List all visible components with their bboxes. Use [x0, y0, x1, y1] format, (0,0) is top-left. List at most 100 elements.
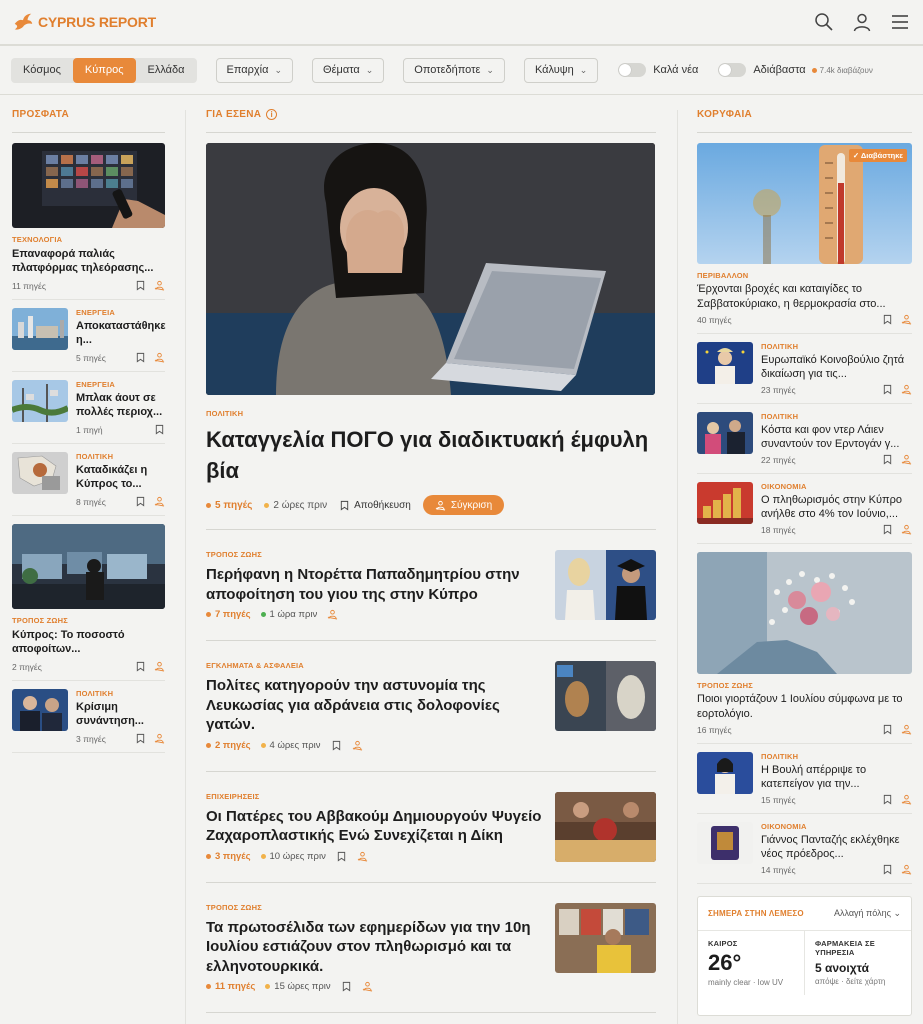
article-title[interactable]: Κύπρος: Το ποσοστό αποφοίτων... — [12, 628, 165, 656]
thermometer-thumbnail[interactable]: ✓ Διαβάστηκε — [697, 143, 912, 264]
compare-button[interactable]: Σύγκριση — [422, 495, 505, 515]
bookmark-icon[interactable] — [336, 851, 347, 862]
hero-image[interactable] — [206, 143, 655, 395]
bookmark-icon[interactable] — [135, 352, 146, 363]
top-article[interactable]: ΠΟΛΙΤΙΚΗ Η Βουλή απέρριψε το κατεπείγον … — [697, 752, 912, 814]
tv-remote-thumbnail[interactable] — [12, 143, 165, 228]
bookmark-icon[interactable] — [882, 794, 893, 805]
change-city-button[interactable]: Αλλαγή πόλης ⌄ — [834, 908, 901, 919]
top-article[interactable]: ΠΟΛΙΤΙΚΗ Ευρωπαϊκό Κοινοβούλιο ζητά δικα… — [697, 342, 912, 404]
for-you-article[interactable]: ΤΡΟΠΟΣ ΖΩΗΣ Τα πρωτοσέλιδα των εφημερίδω… — [206, 902, 656, 1013]
institution-logo-thumbnail[interactable] — [697, 822, 753, 864]
article-title[interactable]: Αποκαταστάθηκε η... — [76, 319, 166, 347]
power-plant-thumbnail[interactable] — [12, 308, 68, 350]
compare-icon[interactable] — [154, 280, 165, 291]
recent-article[interactable]: ΠΟΛΙΤΙΚΗ Κρίσιμη συνάντηση... 3 πηγές — [12, 689, 165, 753]
bookmark-icon[interactable] — [882, 454, 893, 465]
top-article[interactable]: ΟΙΚΟΝΟΜΙΑ Γιάννος Πανταζής εκλέχθηκε νέο… — [697, 822, 912, 884]
weather-cell[interactable]: ΚΑΙΡΟΣ 26° mainly clear · low UV — [698, 931, 804, 995]
compare-icon[interactable] — [901, 794, 912, 805]
compare-icon[interactable] — [901, 454, 912, 465]
compare-icon[interactable] — [154, 733, 165, 744]
newsstand-thumbnail[interactable] — [555, 902, 656, 973]
power-lines-thumbnail[interactable] — [12, 380, 68, 422]
coverage-dropdown[interactable]: Κάλυψη ⌄ — [523, 57, 599, 83]
topics-dropdown[interactable]: Θέματα ⌄ — [312, 57, 385, 83]
search-icon[interactable] — [813, 11, 835, 33]
scope-cyprus[interactable]: Κύπρος — [72, 57, 136, 83]
top-featured-article[interactable]: ✓ Διαβάστηκε ΠΕΡΙΒΑΛΛΟΝ Έρχονται βροχές … — [697, 143, 912, 334]
save-button[interactable]: Αποθήκευση — [339, 500, 411, 511]
cat-xray-thumbnail[interactable] — [555, 661, 656, 731]
article-title[interactable]: Πολίτες κατηγορούν την αστυνομία της Λευ… — [206, 676, 543, 735]
recent-featured-article[interactable]: ΤΕΧΝΟΛΟΓΙΑ Επαναφορά παλιάς πλατφόρμας τ… — [12, 143, 165, 300]
for-you-article[interactable]: ΤΡΟΠΟΣ ΖΩΗΣ Περήφανη η Ντορέττα Παπαδημη… — [206, 550, 656, 641]
user-icon[interactable] — [851, 11, 873, 33]
article-title[interactable]: Καταδικάζει η Κύπρος το... — [76, 463, 165, 491]
article-title[interactable]: Κρίσιμη συνάντηση... — [76, 700, 165, 728]
scope-greece[interactable]: Ελλάδα — [136, 58, 197, 83]
bookmark-icon[interactable] — [135, 661, 146, 672]
cyprus-map-thumbnail[interactable] — [12, 452, 68, 494]
menu-icon[interactable] — [889, 11, 911, 33]
time-dropdown[interactable]: Οποτεδήποτε ⌄ — [403, 57, 505, 83]
compare-icon[interactable] — [901, 384, 912, 395]
bookmark-icon[interactable] — [341, 981, 352, 992]
top-article[interactable]: ΠΟΛΙΤΙΚΗ Κόστα και φον ντερ Λάιεν συναντ… — [697, 412, 912, 474]
recent-article[interactable]: ΠΟΛΙΤΙΚΗ Καταδικάζει η Κύπρος το... 8 πη… — [12, 452, 165, 516]
bookmark-icon[interactable] — [882, 864, 893, 875]
article-title[interactable]: Ποιοι γιορτάζουν 1 Ιουλίου σύμφωνα με το… — [697, 692, 912, 721]
article-title[interactable]: Η Βουλή απέρριψε το κατεπείγον για την..… — [761, 763, 912, 791]
bookmark-icon[interactable] — [331, 740, 342, 751]
article-title[interactable]: Μπλακ άουτ σε πολλές περιοχ... — [76, 391, 165, 419]
recent-article[interactable]: ΕΝΕΡΓΕΙΑ Αποκαταστάθηκε η... 5 πηγές — [12, 308, 166, 372]
compare-icon[interactable] — [901, 314, 912, 325]
compare-icon[interactable] — [901, 724, 912, 735]
pharmacy-cell[interactable]: ΦΑΡΜΑΚΕΙΑ ΣΕ ΥΠΗΡΕΣΙΑ 5 ανοιχτά απόψε · … — [804, 931, 911, 995]
compare-icon[interactable] — [327, 609, 338, 620]
bookmark-icon[interactable] — [882, 314, 893, 325]
article-title[interactable]: Ο πληθωρισμός στην Κύπρο ανήλθε στο 4% τ… — [761, 493, 912, 521]
compare-icon[interactable] — [362, 981, 373, 992]
article-title[interactable]: Οι Πατέρες του Αββακούμ Δημιουργούν Ψυγε… — [206, 807, 543, 846]
bookmark-icon[interactable] — [882, 524, 893, 535]
article-title[interactable]: Γιάννος Πανταζής εκλέχθηκε νέος πρόεδρος… — [761, 833, 912, 861]
article-title[interactable]: Κόστα και φον ντερ Λάιεν συναντούν τον Ε… — [761, 423, 912, 451]
brand-logo[interactable]: CYPRUS REPORT — [12, 11, 156, 33]
compare-icon[interactable] — [154, 661, 165, 672]
top-featured-article[interactable]: ΤΡΟΠΟΣ ΖΩΗΣ Ποιοι γιορτάζουν 1 Ιουλίου σ… — [697, 552, 912, 744]
bookmark-icon[interactable] — [135, 496, 146, 507]
unread-toggle[interactable]: Αδιάβαστα — [718, 63, 806, 77]
for-you-article[interactable]: ΕΓΚΛΗΜΑΤΑ & ΑΣΦΑΛΕΙΑ Πολίτες κατηγορούν … — [206, 661, 656, 772]
bookmark-icon[interactable] — [154, 424, 165, 435]
flowers-thumbnail[interactable] — [697, 552, 912, 674]
article-title[interactable]: Περήφανη η Ντορέττα Παπαδημητρίου στην α… — [206, 565, 543, 604]
hero-title[interactable]: Καταγγελία ΠΟΓΟ για διαδικτυακή έμφυλη β… — [206, 424, 656, 486]
compare-icon[interactable] — [901, 864, 912, 875]
leaders-meeting-thumbnail[interactable] — [697, 412, 753, 454]
district-dropdown[interactable]: Επαρχία ⌄ — [215, 57, 294, 83]
office-worker-thumbnail[interactable] — [12, 524, 165, 609]
recent-featured-article[interactable]: ΤΡΟΠΟΣ ΖΩΗΣ Κύπρος: Το ποσοστό αποφοίτων… — [12, 524, 165, 681]
bookmark-icon[interactable] — [882, 724, 893, 735]
compare-icon[interactable] — [154, 352, 165, 363]
coins-thumbnail[interactable] — [697, 482, 753, 524]
compare-icon[interactable] — [357, 851, 368, 862]
compare-icon[interactable] — [352, 740, 363, 751]
bookmark-icon[interactable] — [135, 280, 146, 291]
good-news-switch[interactable] — [618, 63, 647, 77]
bookmark-icon[interactable] — [882, 384, 893, 395]
unread-switch[interactable] — [718, 63, 747, 77]
recent-article[interactable]: ΕΝΕΡΓΕΙΑ Μπλακ άουτ σε πολλές περιοχ... … — [12, 380, 165, 444]
article-title[interactable]: Έρχονται βροχές και καταιγίδες το Σαββατ… — [697, 282, 912, 311]
bookmark-icon[interactable] — [135, 733, 146, 744]
eu-parliament-thumbnail[interactable] — [697, 342, 753, 384]
article-title[interactable]: Τα πρωτοσέλιδα των εφημερίδων για την 10… — [206, 918, 543, 977]
parliament-speaker-thumbnail[interactable] — [697, 752, 753, 794]
compare-icon[interactable] — [154, 496, 165, 507]
info-icon[interactable]: i — [266, 108, 278, 120]
top-article[interactable]: ΟΙΚΟΝΟΜΙΑ Ο πληθωρισμός στην Κύπρο ανήλθ… — [697, 482, 912, 544]
article-title[interactable]: Επαναφορά παλιάς πλατφόρμας τηλεόρασης..… — [12, 247, 165, 275]
politicians-thumbnail[interactable] — [12, 689, 68, 731]
pastry-thumbnail[interactable] — [555, 791, 656, 862]
